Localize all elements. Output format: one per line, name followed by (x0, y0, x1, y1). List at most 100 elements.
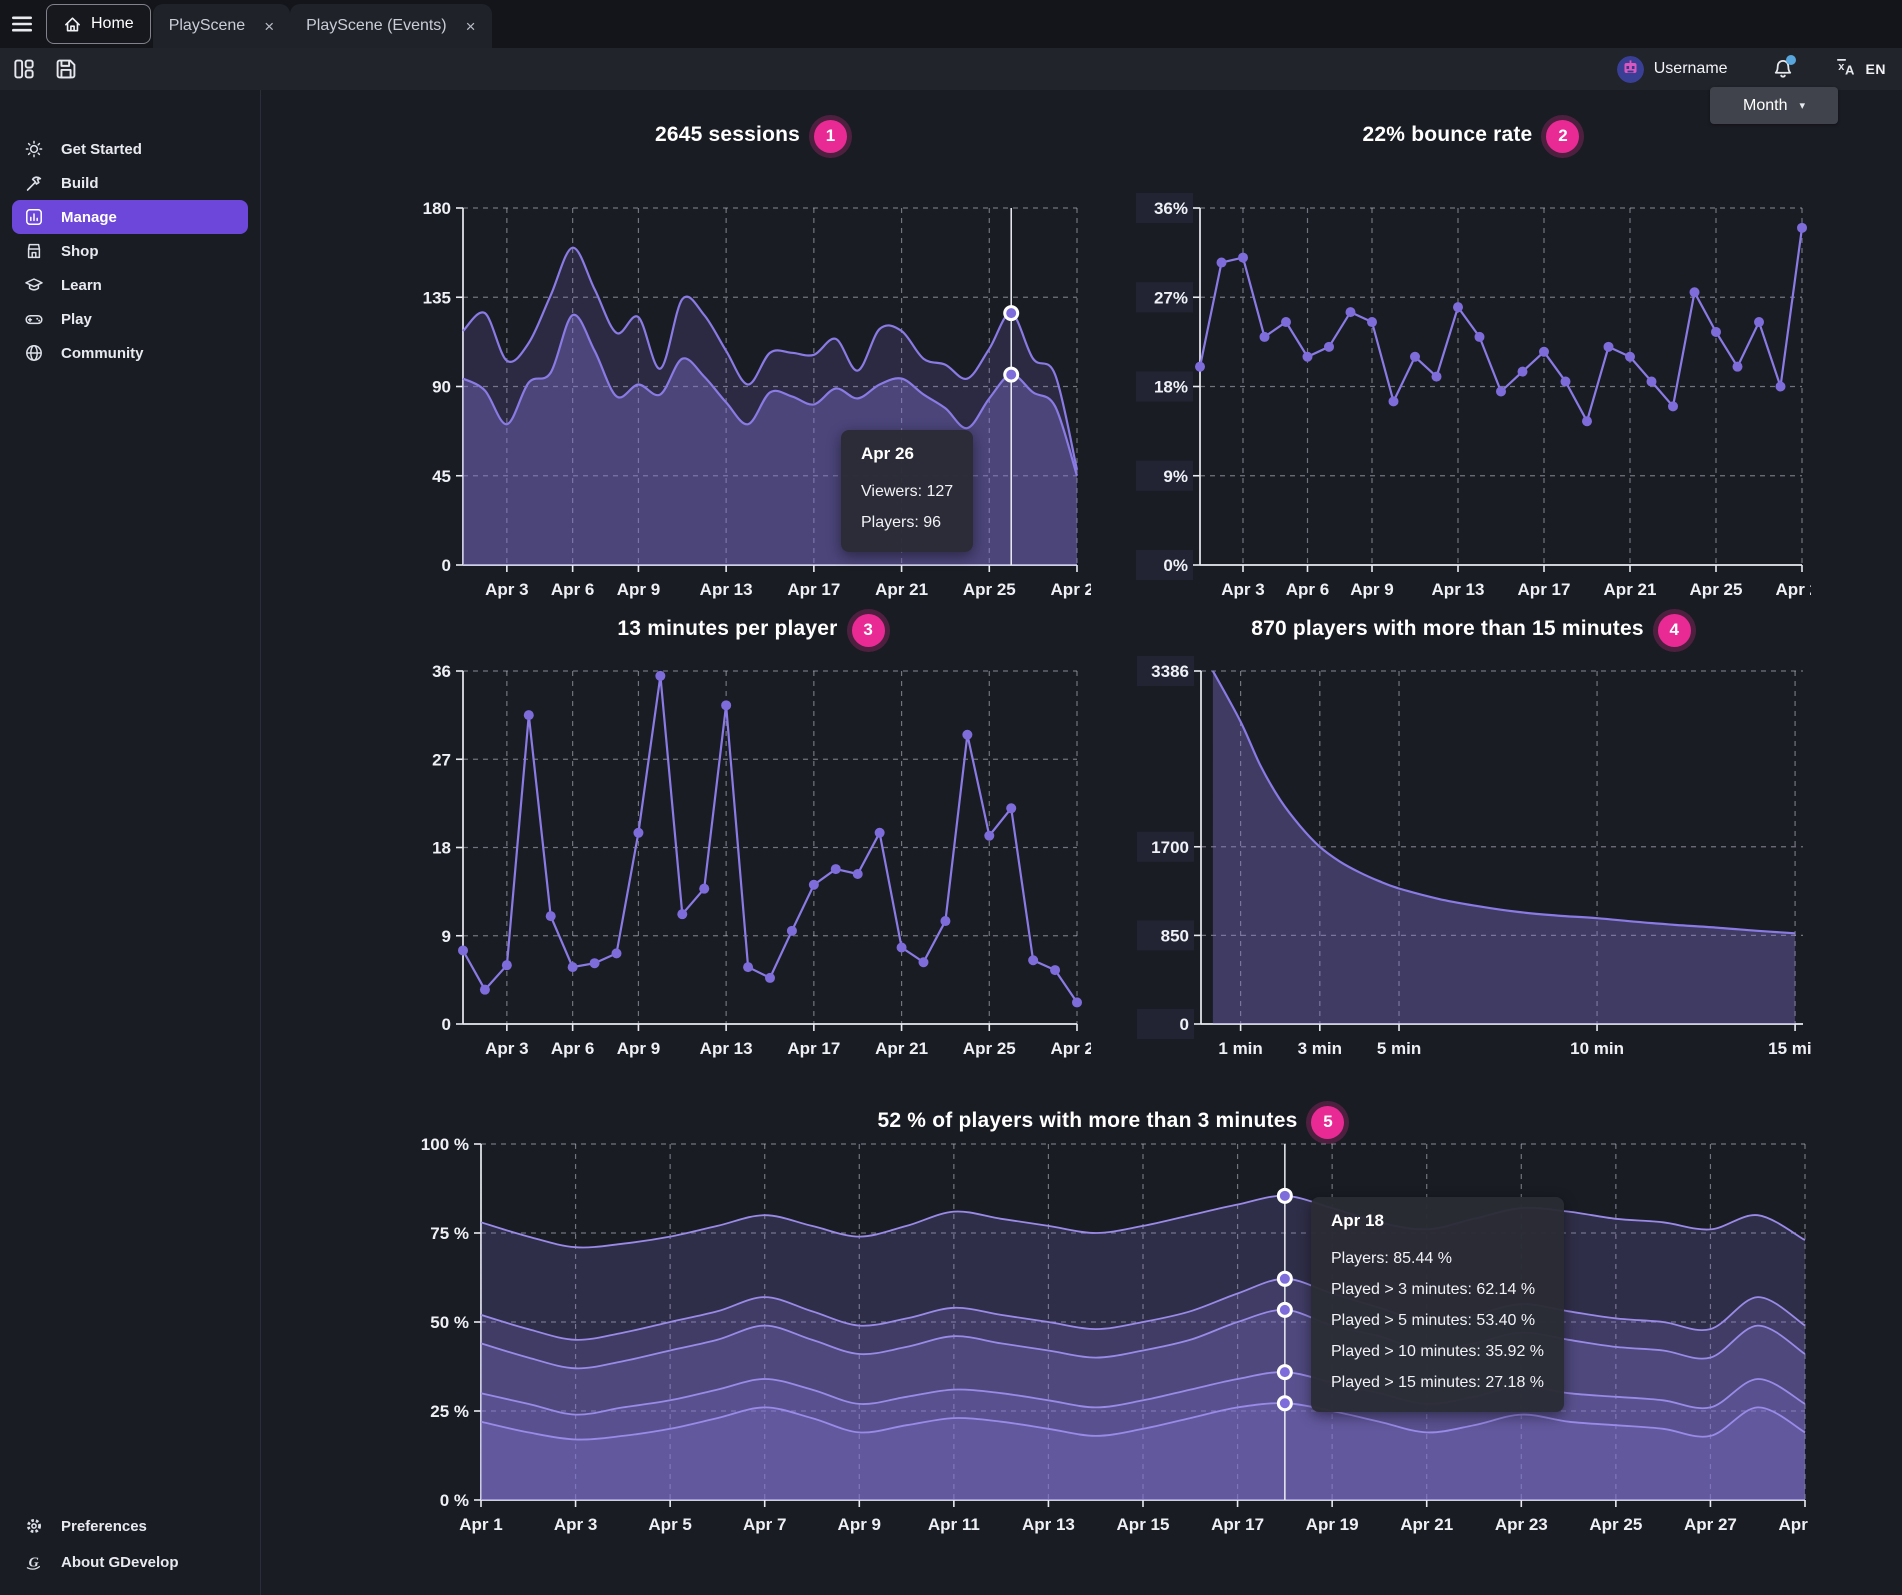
players-over-15-minutes-svg: 0850170033861 min3 min5 min10 min15 min (1131, 646, 1811, 1101)
charts-row-3: 52 % of players with more than 3 minutes… (411, 1104, 1902, 1558)
sidebar-item-label: Build (61, 175, 99, 192)
step-badge-2[interactable]: 2 (1546, 120, 1579, 153)
svg-text:0 %: 0 % (440, 1491, 469, 1510)
tooltip-line: Played > 5 minutes: 53.40 % (1331, 1305, 1544, 1336)
svg-text:100 %: 100 % (421, 1138, 469, 1154)
chart-header: 2645 sessions 1 (411, 118, 1091, 152)
svg-text:3386: 3386 (1151, 662, 1189, 681)
highlighted-data-point[interactable] (1005, 368, 1018, 381)
highlighted-data-point[interactable] (1278, 1272, 1291, 1285)
svg-text:1700: 1700 (1151, 838, 1189, 857)
save-icon[interactable] (52, 55, 80, 83)
sidebar-item-label: Manage (61, 209, 117, 226)
sidebar-item-label: About GDevelop (61, 1554, 179, 1571)
tooltip-line: Played > 3 minutes: 62.14 % (1331, 1274, 1544, 1305)
tooltip-line: Players: 96 (861, 507, 953, 538)
panels-layout-icon[interactable] (10, 55, 38, 83)
sidebar-item-shop[interactable]: Shop (12, 234, 248, 268)
minutes-per-player-plot[interactable]: 09182736Apr 3Apr 6Apr 9Apr 13Apr 17Apr 2… (411, 646, 1091, 1101)
step-badge-5[interactable]: 5 (1311, 1106, 1344, 1139)
svg-text:Apr 9: Apr 9 (1350, 580, 1393, 599)
players-over-3-minutes-svg: 0 %25 %50 %75 %100 %Apr 1Apr 3Apr 5Apr 7… (411, 1138, 1811, 1558)
svg-text:Apr 9: Apr 9 (838, 1515, 881, 1534)
sidebar-item-build[interactable]: Build (12, 166, 248, 200)
svg-text:Apr 17: Apr 17 (1518, 580, 1571, 599)
language-code-label: EN (1866, 61, 1886, 77)
tooltip-title: Apr 26 (861, 444, 953, 464)
svg-text:Apr 13: Apr 13 (700, 580, 753, 599)
highlighted-data-point[interactable] (1278, 1366, 1291, 1379)
svg-text:Apr 27: Apr 27 (1684, 1515, 1737, 1534)
svg-text:Apr 19: Apr 19 (1306, 1515, 1359, 1534)
chart-title: 870 players with more than 15 minutes (1251, 617, 1644, 641)
svg-text:180: 180 (423, 199, 451, 218)
highlighted-data-point[interactable] (1278, 1397, 1291, 1410)
tooltip-line: Players: 85.44 % (1331, 1243, 1544, 1274)
svg-text:Apr 29: Apr 29 (1779, 1515, 1811, 1534)
sidebar-item-learn[interactable]: Learn (12, 268, 248, 302)
sidebar-item-get-started[interactable]: Get Started (12, 132, 248, 166)
step-badge-4[interactable]: 4 (1658, 614, 1691, 647)
storefront-icon (24, 241, 44, 261)
sessions-chart-panel: 2645 sessions 1 04590135180Apr 3Apr 6Apr… (411, 118, 1091, 607)
step-badge-3[interactable]: 3 (852, 614, 885, 647)
svg-text:Apr 17: Apr 17 (787, 580, 840, 599)
notification-dot (1786, 55, 1796, 65)
bounce-rate-svg: 0%9%18%27%36%Apr 3Apr 6Apr 9Apr 13Apr 17… (1131, 152, 1811, 607)
retention-plot[interactable]: 0850170033861 min3 min5 min10 min15 min (1131, 646, 1811, 1101)
sidebar-item-play[interactable]: Play (12, 302, 248, 336)
tab-home[interactable]: Home (46, 4, 151, 44)
svg-text:45: 45 (432, 467, 451, 486)
svg-text:135: 135 (423, 288, 451, 307)
highlighted-data-point[interactable] (1005, 307, 1018, 320)
tab-playscene[interactable]: PlayScene × (153, 4, 290, 48)
engagement-plot[interactable]: 0 %25 %50 %75 %100 %Apr 1Apr 3Apr 5Apr 7… (411, 1138, 1811, 1558)
svg-text:Apr 3: Apr 3 (554, 1515, 597, 1534)
graduation-cap-icon (24, 275, 44, 295)
bounce-rate-plot[interactable]: 0%9%18%27%36%Apr 3Apr 6Apr 9Apr 13Apr 17… (1131, 152, 1811, 607)
tab-bar: Home PlayScene × PlayScene (Events) × (0, 0, 1902, 48)
bar-chart-icon (24, 207, 44, 227)
charts-row-1: 2645 sessions 1 04590135180Apr 3Apr 6Apr… (411, 118, 1902, 607)
highlighted-data-point[interactable] (1278, 1189, 1291, 1202)
svg-text:Apr 9: Apr 9 (617, 1039, 660, 1058)
step-badge-1[interactable]: 1 (814, 120, 847, 153)
svg-text:9%: 9% (1163, 467, 1188, 486)
user-account-button[interactable]: Username (1617, 56, 1728, 83)
sidebar-item-manage[interactable]: Manage (12, 200, 248, 234)
svg-text:Apr 21: Apr 21 (875, 1039, 928, 1058)
sidebar-item-label: Preferences (61, 1518, 147, 1535)
svg-text:Apr 3: Apr 3 (485, 580, 528, 599)
tooltip-title: Apr 18 (1331, 1211, 1544, 1231)
svg-text:Apr 25: Apr 25 (1690, 580, 1743, 599)
sidebar-item-label: Learn (61, 277, 102, 294)
sidebar: Get Started Build Manage (0, 90, 261, 1595)
sidebar-item-preferences[interactable]: Preferences (12, 1509, 248, 1543)
hamburger-menu-icon[interactable] (0, 0, 44, 48)
sessions-plot[interactable]: 04590135180Apr 3Apr 6Apr 9Apr 13Apr 17Ap… (411, 152, 1091, 607)
tooltip-line: Played > 15 minutes: 27.18 % (1331, 1367, 1544, 1398)
svg-text:Apr 3: Apr 3 (485, 1039, 528, 1058)
charts-row-2: 13 minutes per player 3 09182736Apr 3Apr… (411, 612, 1902, 1101)
chart-title: 22% bounce rate (1363, 123, 1533, 147)
minutes-per-player-chart-panel: 13 minutes per player 3 09182736Apr 3Apr… (411, 612, 1091, 1101)
svg-text:50 %: 50 % (430, 1313, 469, 1332)
controller-icon (24, 309, 44, 329)
svg-text:Apr 25: Apr 25 (1589, 1515, 1642, 1534)
svg-text:Apr 21: Apr 21 (1604, 580, 1657, 599)
close-icon[interactable]: × (264, 18, 274, 35)
chart-header: 13 minutes per player 3 (411, 612, 1091, 646)
close-icon[interactable]: × (466, 18, 476, 35)
sidebar-item-community[interactable]: Community (12, 336, 248, 370)
notifications-bell-icon[interactable] (1768, 54, 1798, 84)
language-selector[interactable]: xA EN (1834, 56, 1886, 83)
highlighted-data-point[interactable] (1278, 1303, 1291, 1316)
hammer-icon (24, 173, 44, 193)
svg-text:Apr 21: Apr 21 (875, 580, 928, 599)
tab-playscene-events[interactable]: PlayScene (Events) × (290, 4, 491, 48)
svg-text:Apr 6: Apr 6 (551, 580, 594, 599)
sidebar-item-about-gdevelop[interactable]: G About GDevelop (12, 1545, 248, 1579)
svg-text:15 min: 15 min (1768, 1039, 1811, 1058)
sidebar-item-label: Shop (61, 243, 99, 260)
retention-chart-panel: 870 players with more than 15 minutes 4 … (1131, 612, 1811, 1101)
